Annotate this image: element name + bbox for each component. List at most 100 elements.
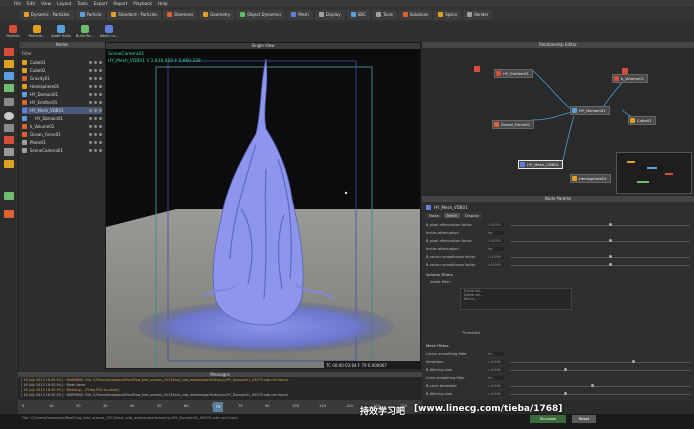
shelf-tab[interactable]: Particle — [75, 9, 106, 20]
param-value[interactable]: Yes — [486, 376, 504, 380]
shelf-tab[interactable]: Standard - Particles — [107, 9, 162, 20]
link-tool-icon[interactable] — [4, 124, 14, 132]
mesh-tool[interactable]: Mesh nu... — [98, 25, 120, 38]
shelf-tab[interactable]: Geometry — [199, 9, 235, 20]
select-tool-icon[interactable] — [4, 48, 14, 56]
param-value[interactable]: 1.00000 — [486, 392, 504, 396]
move-tool-icon[interactable] — [4, 60, 14, 68]
node-list-item[interactable]: Hemisphere01 — [22, 83, 102, 90]
node-visibility-icons[interactable] — [89, 125, 102, 128]
graph-node-mesh[interactable]: HY_Mesh_VDB01 — [518, 160, 563, 169]
param-value[interactable]: 1.00000 — [486, 255, 504, 259]
shelf-tab[interactable]: Daemons — [163, 9, 198, 20]
param-value[interactable]: 1.00000 — [486, 368, 504, 372]
shelf-tab[interactable]: Dynamic - Particles — [20, 9, 74, 20]
camera-tool-icon[interactable] — [4, 112, 14, 120]
param-slider[interactable] — [510, 384, 690, 387]
tab-mesh[interactable]: Mesh — [443, 213, 460, 218]
volume-filter-item[interactable]: Blend... — [461, 297, 571, 301]
shelf-tab[interactable]: SDC — [346, 9, 370, 20]
param-slider[interactable] — [510, 392, 690, 395]
param-slider[interactable] — [510, 263, 690, 266]
shelf-tab[interactable]: Solutions — [398, 9, 433, 20]
menu-item[interactable]: Export — [94, 1, 108, 6]
rotate-tool-icon[interactable] — [4, 72, 14, 80]
graph-node-hemisphere[interactable]: Hemisphere01 — [570, 174, 611, 183]
node-list-item[interactable]: k_Volume01 — [22, 123, 102, 130]
volume-section-title[interactable]: Volume Filters — [426, 272, 453, 277]
menu-item[interactable]: Layout — [57, 1, 71, 6]
param-value[interactable]: 1.00000 — [486, 223, 504, 227]
param-value[interactable]: Yes — [486, 352, 504, 356]
node-visibility-icons[interactable] — [89, 149, 102, 152]
graph-node-ocean[interactable]: Ocean_Force01 — [492, 120, 535, 129]
node-list-item[interactable]: HY_Emitter01 — [22, 99, 102, 106]
shelf-tab[interactable]: Object Dynamics — [236, 9, 286, 20]
brush-tool-icon[interactable] — [4, 192, 14, 200]
param-slider[interactable] — [510, 255, 690, 258]
node-list-item[interactable]: HY_Domain01 — [22, 115, 102, 122]
current-frame-marker[interactable]: 79 — [213, 402, 223, 412]
param-value[interactable]: 1.00000 — [486, 239, 504, 243]
shelf-tab[interactable]: Render — [463, 9, 493, 20]
paint-tool-icon[interactable] — [4, 210, 14, 218]
node-list-item[interactable]: Cube02 — [22, 67, 102, 74]
audit-helix-tool[interactable]: Audit Helix — [50, 25, 72, 38]
node-visibility-icons[interactable] — [89, 133, 102, 136]
param-value[interactable]: Yes — [486, 231, 504, 235]
node-visibility-icons[interactable] — [89, 77, 102, 80]
param-value[interactable]: 1.00000 — [486, 360, 504, 364]
pen-tool-icon[interactable] — [4, 98, 14, 106]
shelf-tab[interactable]: Display — [314, 9, 345, 20]
simulate-button[interactable]: Simulate — [530, 415, 566, 423]
menu-item[interactable]: Help — [158, 1, 168, 6]
node-visibility-icons[interactable] — [89, 61, 102, 64]
volume-filter-list[interactable]: Erode vol... Dilate vol... Blend... — [460, 288, 572, 310]
node-list-item[interactable]: Cube01 — [22, 59, 102, 66]
mesh-section-title[interactable]: Mesh Filters — [426, 343, 449, 348]
node-list-item[interactable]: HY_Domain01 — [22, 91, 102, 98]
param-slider[interactable] — [510, 223, 690, 226]
param-slider[interactable] — [510, 239, 690, 242]
tab-display[interactable]: Display — [461, 213, 482, 218]
shelf-tab[interactable]: Tools — [371, 9, 397, 20]
param-slider[interactable] — [510, 360, 690, 363]
param-value[interactable]: 1.00000 — [486, 263, 504, 267]
particle-tool[interactable]: Particle — [2, 25, 24, 38]
light-tool-icon[interactable] — [4, 160, 14, 168]
shelf-tab[interactable]: Mesh — [287, 9, 313, 20]
gear-icon[interactable] — [4, 148, 14, 156]
node-list-item[interactable]: Gravity01 — [22, 75, 102, 82]
node-visibility-icons[interactable] — [89, 117, 102, 120]
particle-tool-2[interactable]: Particle... — [26, 25, 48, 38]
param-value[interactable]: Yes — [486, 247, 504, 251]
menu-item[interactable]: Report — [113, 1, 127, 6]
node-list-item[interactable]: HY_Mesh_VDB01 — [22, 107, 102, 114]
menu-item[interactable]: Tools — [77, 1, 87, 6]
graph-node-cube[interactable]: Cube01 — [628, 116, 656, 125]
shelf-tab[interactable]: Splice — [434, 9, 462, 20]
node-list-item[interactable]: SceneCamera01 — [22, 147, 102, 154]
node-visibility-icons[interactable] — [89, 109, 102, 112]
scale-tool-icon[interactable] — [4, 84, 14, 92]
menu-item[interactable]: Edit — [27, 1, 35, 6]
graph-minimap[interactable] — [616, 152, 692, 194]
relationship-editor[interactable]: Relationship Editor HY_Emitter01 HY_Doma… — [422, 42, 694, 195]
node-visibility-icons[interactable] — [89, 69, 102, 72]
node-visibility-icons[interactable] — [89, 85, 102, 88]
node-list-item[interactable]: Plane01 — [22, 139, 102, 146]
single-view-viewport[interactable]: Single View SceneCamera01 HY_Mesh_VDB01 … — [105, 42, 421, 369]
record-tool-icon[interactable] — [4, 136, 14, 144]
reset-button[interactable]: Reset — [572, 415, 596, 423]
menu-item[interactable]: View — [41, 1, 51, 6]
graph-node-domain[interactable]: HY_Domain01 — [570, 106, 610, 115]
menu-item[interactable]: Playback — [133, 1, 152, 6]
node-visibility-icons[interactable] — [89, 141, 102, 144]
build-tool[interactable]: Build Re... — [74, 25, 96, 38]
param-slider[interactable] — [510, 368, 690, 371]
node-visibility-icons[interactable] — [89, 93, 102, 96]
tab-node[interactable]: Node — [426, 213, 442, 218]
menu-item[interactable]: File — [14, 1, 21, 6]
node-list-item[interactable]: Ocean_Force01 — [22, 131, 102, 138]
graph-node-volume[interactable]: k_Volume01 — [612, 74, 649, 83]
